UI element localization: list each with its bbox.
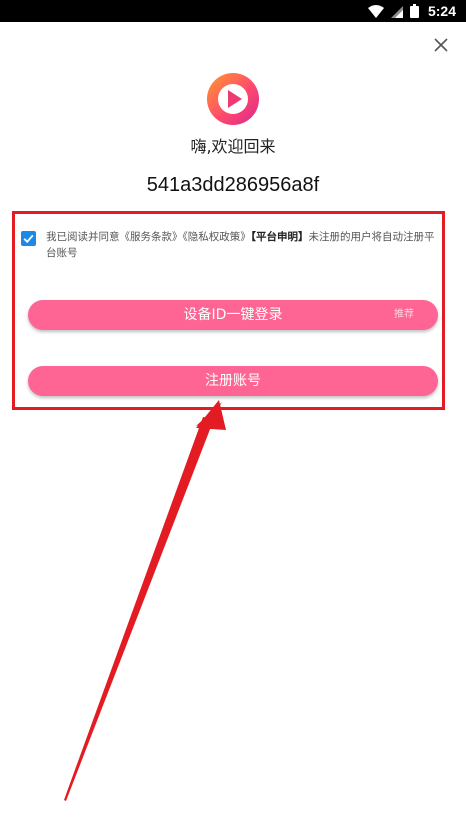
annotation-arrow <box>64 400 226 801</box>
